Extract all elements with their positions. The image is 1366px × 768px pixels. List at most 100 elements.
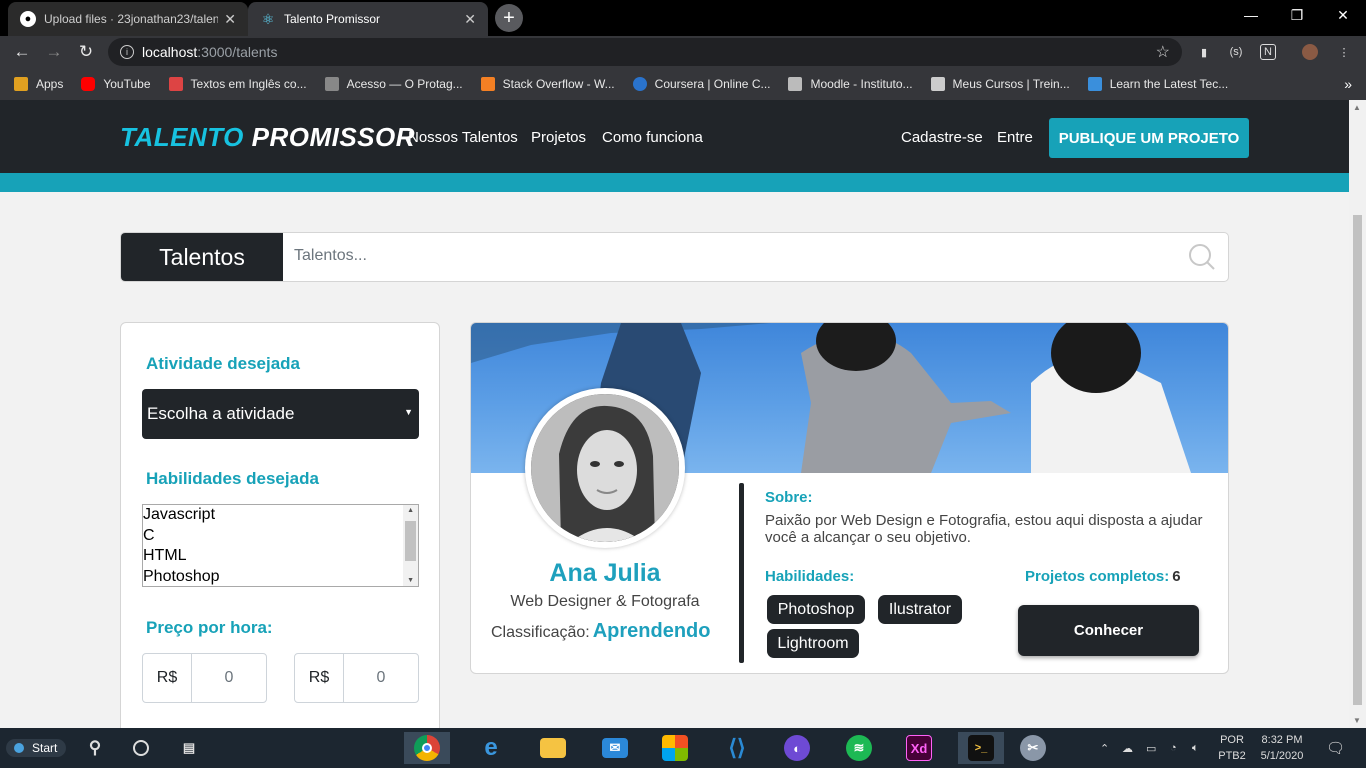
input-language[interactable]: POR PTB2 bbox=[1212, 732, 1252, 764]
spotify-icon[interactable]: ≋ bbox=[836, 732, 882, 764]
reload-icon[interactable]: ↻ bbox=[74, 40, 98, 64]
tab-title: Talento Promissor bbox=[284, 12, 381, 26]
nav-projetos[interactable]: Projetos bbox=[531, 129, 586, 146]
task-view-icon[interactable]: ▤ bbox=[166, 732, 212, 764]
site-logo[interactable]: TALENTO PROMISSOR bbox=[120, 122, 415, 153]
wifi-icon[interactable]: ◔ bbox=[1170, 728, 1177, 768]
price-max-group: R$ 0 bbox=[294, 653, 419, 703]
bookmark-icon bbox=[168, 77, 183, 91]
page-scrollbar[interactable]: ▲ ▼ bbox=[1349, 100, 1366, 728]
search-input[interactable]: Talentos... bbox=[294, 247, 367, 265]
bookmark-youtube[interactable]: YouTube bbox=[81, 77, 151, 91]
coursera-icon bbox=[632, 77, 647, 91]
close-icon[interactable]: ✕ bbox=[224, 11, 236, 28]
app-moon-icon[interactable]: ◐ bbox=[774, 732, 820, 764]
currency-label: R$ bbox=[295, 654, 344, 702]
battery-icon[interactable]: ▭ bbox=[1146, 728, 1156, 768]
tab-github-upload[interactable]: ● Upload files · 23jonathan23/talen ✕ bbox=[8, 2, 248, 36]
skills-listbox[interactable]: Javascript C HTML Photoshop ▲ ▼ bbox=[142, 504, 419, 587]
store-icon[interactable] bbox=[652, 732, 698, 764]
extension-icon[interactable]: ▮ bbox=[1196, 44, 1212, 60]
volume-icon[interactable]: 🔈︎ bbox=[1192, 728, 1199, 768]
bookmark-label: Apps bbox=[36, 77, 64, 91]
listbox-scroll-thumb[interactable] bbox=[405, 521, 416, 561]
github-icon: ● bbox=[20, 11, 36, 27]
scroll-down-icon[interactable]: ▼ bbox=[1353, 716, 1361, 725]
talent-name: Ana Julia bbox=[549, 559, 661, 587]
skill-option[interactable]: C bbox=[143, 526, 418, 547]
chrome-icon[interactable] bbox=[404, 732, 450, 764]
close-window-button[interactable]: ✕ bbox=[1320, 0, 1366, 30]
skill-option[interactable]: Javascript bbox=[143, 505, 418, 526]
bookmark-coursera[interactable]: Coursera | Online C... bbox=[632, 77, 770, 91]
about-title: Sobre: bbox=[765, 489, 813, 506]
notion-icon[interactable]: N bbox=[1260, 44, 1276, 60]
price-min-input[interactable]: 0 bbox=[192, 654, 266, 702]
publish-project-button[interactable]: PUBLIQUE UM PROJETO bbox=[1049, 118, 1249, 158]
signup-link[interactable]: Cadastre-se bbox=[901, 129, 983, 146]
rank-value: Aprendendo bbox=[592, 620, 711, 642]
extension-icon[interactable]: (s) bbox=[1228, 44, 1244, 60]
forward-icon[interactable]: → bbox=[42, 40, 66, 64]
address-bar[interactable]: i localhost:3000/talents ☆ bbox=[108, 38, 1182, 66]
terminal-icon[interactable]: >_ bbox=[958, 732, 1004, 764]
language-code: POR bbox=[1220, 734, 1244, 746]
scroll-up-icon[interactable]: ▲ bbox=[1353, 103, 1361, 112]
edge-icon[interactable]: e bbox=[468, 732, 514, 764]
maximize-button[interactable]: ❐ bbox=[1274, 0, 1320, 30]
more-bookmarks-icon[interactable]: » bbox=[1344, 76, 1352, 92]
bookmark-stackoverflow[interactable]: Stack Overflow - W... bbox=[480, 77, 615, 91]
nav-nossos-talentos[interactable]: Nossos Talentos bbox=[408, 129, 518, 146]
scroll-down-icon[interactable]: ▼ bbox=[407, 577, 414, 584]
login-link[interactable]: Entre bbox=[997, 129, 1033, 146]
tab-talento-promissor[interactable]: ⚛ Talento Promissor ✕ bbox=[248, 2, 488, 36]
search-icon[interactable]: ⚲ bbox=[72, 732, 118, 764]
cortana-icon[interactable] bbox=[118, 732, 164, 764]
bookmark-star-icon[interactable]: ☆ bbox=[1156, 42, 1170, 62]
dropdown-caret-icon: ▼ bbox=[404, 407, 413, 417]
new-tab-button[interactable]: + bbox=[495, 4, 523, 32]
search-icon[interactable] bbox=[1188, 243, 1216, 271]
file-explorer-icon[interactable] bbox=[530, 732, 576, 764]
profile-avatar[interactable] bbox=[1302, 44, 1318, 60]
url-path: :3000/talents bbox=[197, 44, 278, 60]
price-title: Preço por hora: bbox=[146, 618, 273, 637]
projects-label: Projetos completos: bbox=[1025, 568, 1170, 585]
bookmark-acesso[interactable]: Acesso — O Protag... bbox=[324, 77, 463, 91]
bookmark-udemy[interactable]: Learn the Latest Tec... bbox=[1087, 77, 1228, 91]
know-talent-button[interactable]: Conhecer bbox=[1018, 605, 1199, 656]
card-divider bbox=[739, 483, 744, 663]
bookmark-meus-cursos[interactable]: Meus Cursos | Trein... bbox=[930, 77, 1070, 91]
scroll-up-icon[interactable]: ▲ bbox=[407, 507, 414, 514]
bookmark-label: Stack Overflow - W... bbox=[502, 77, 615, 91]
url-host: localhost bbox=[142, 44, 198, 60]
browser-tab-strip: ● Upload files · 23jonathan23/talen ✕ ⚛ … bbox=[0, 0, 1366, 36]
activity-title: Atividade desejada bbox=[146, 354, 301, 373]
tab-title: Upload files · 23jonathan23/talen bbox=[44, 12, 219, 26]
minimize-button[interactable]: — bbox=[1228, 0, 1274, 30]
price-max-input[interactable]: 0 bbox=[344, 654, 418, 702]
activity-select[interactable]: Escolha a atividade ▼ bbox=[142, 389, 419, 439]
talent-role: Web Designer & Fotografa bbox=[510, 593, 700, 610]
bookmark-apps[interactable]: Apps bbox=[14, 77, 63, 91]
bookmark-moodle[interactable]: Moodle - Instituto... bbox=[788, 77, 913, 91]
close-icon[interactable]: ✕ bbox=[464, 11, 476, 28]
back-icon[interactable]: ← bbox=[10, 40, 34, 64]
onedrive-icon[interactable]: ☁ bbox=[1122, 728, 1133, 768]
mail-icon[interactable]: ✉ bbox=[592, 732, 638, 764]
adobe-xd-icon[interactable]: Xd bbox=[896, 732, 942, 764]
menu-dots-icon[interactable]: ⋮ bbox=[1336, 44, 1352, 60]
snipping-tool-icon[interactable]: ✂ bbox=[1010, 732, 1056, 764]
page-scroll-thumb[interactable] bbox=[1353, 215, 1362, 705]
system-clock[interactable]: 8:32 PM 5/1/2020 bbox=[1252, 732, 1312, 764]
nav-como-funciona[interactable]: Como funciona bbox=[602, 129, 703, 146]
bookmarks-bar: Apps YouTube Textos em Inglês co... Aces… bbox=[0, 68, 1366, 100]
bookmark-textos[interactable]: Textos em Inglês co... bbox=[168, 77, 307, 91]
tray-chevron-icon[interactable]: ⌃ bbox=[1100, 728, 1109, 768]
skill-option[interactable]: Photoshop bbox=[143, 567, 418, 587]
notifications-icon[interactable]: 🗨︎ bbox=[1326, 728, 1345, 768]
skill-option[interactable]: HTML bbox=[143, 546, 418, 567]
info-icon[interactable]: i bbox=[120, 45, 134, 59]
start-button[interactable]: Start bbox=[6, 739, 66, 757]
vscode-icon[interactable]: ⟨⟩ bbox=[714, 732, 760, 764]
